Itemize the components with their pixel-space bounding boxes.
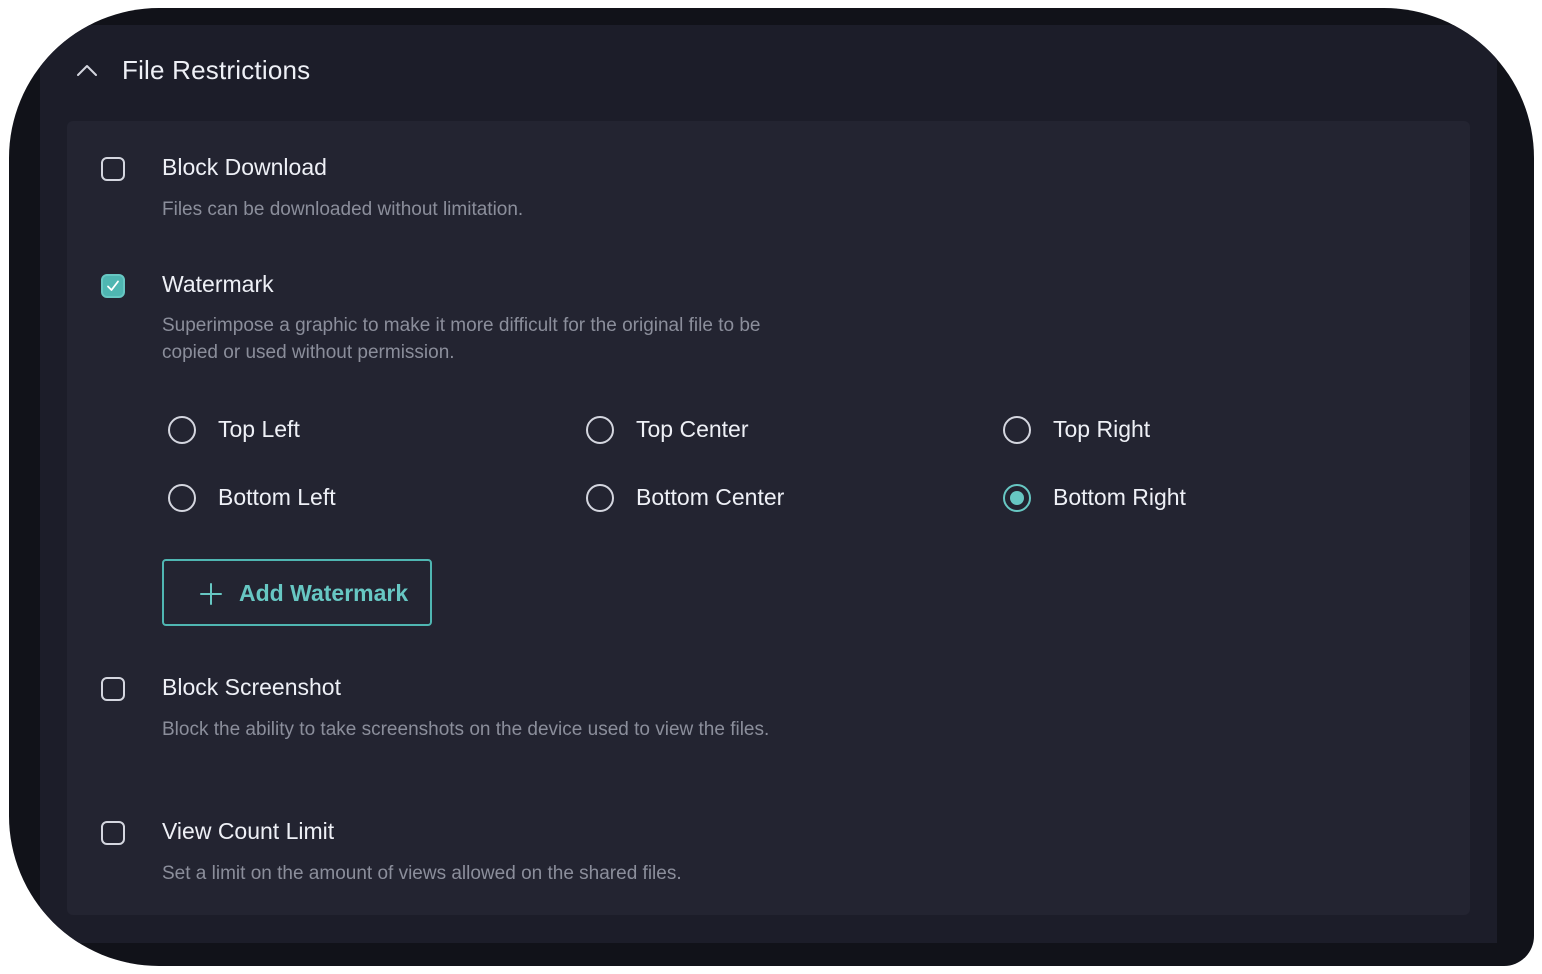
radio-label: Bottom Left [218, 484, 336, 510]
block-screenshot-description: Block the ability to take screenshots on… [162, 719, 770, 740]
chevron-up-icon[interactable] [76, 63, 98, 77]
radio-bottom-center[interactable]: Bottom Center [586, 482, 796, 514]
radio-label: Bottom Center [636, 484, 785, 510]
radio-bottom-right[interactable]: Bottom Right [1003, 482, 1213, 514]
add-watermark-button[interactable]: Add Watermark [162, 559, 432, 626]
checkmark-icon [107, 280, 119, 291]
block-download-checkbox[interactable] [101, 157, 125, 181]
radio-circle [168, 416, 196, 444]
radio-circle [168, 484, 196, 512]
radio-circle [586, 484, 614, 512]
block-screenshot-checkbox[interactable] [101, 677, 125, 701]
radio-top-center[interactable]: Top Center [586, 414, 796, 446]
radio-label: Top Left [218, 416, 300, 442]
radio-label: Top Center [636, 416, 749, 442]
block-screenshot-title: Block Screenshot [162, 674, 341, 700]
radio-label: Bottom Right [1053, 484, 1186, 510]
radio-top-right[interactable]: Top Right [1003, 414, 1213, 446]
view-count-limit-description: Set a limit on the amount of views allow… [162, 863, 682, 884]
view-count-limit-title: View Count Limit [162, 818, 335, 844]
view-count-limit-checkbox[interactable] [101, 821, 125, 845]
plus-icon [200, 583, 222, 605]
radio-circle [1003, 416, 1031, 444]
radio-circle [586, 416, 614, 444]
section-title: File Restrictions [122, 55, 311, 85]
file-restrictions-panel: File Restrictions Block Download Files c… [40, 25, 1497, 943]
radio-circle-selected [1003, 484, 1031, 512]
section-header[interactable]: File Restrictions [40, 25, 1497, 121]
radio-top-left[interactable]: Top Left [168, 414, 378, 446]
block-download-description: Files can be downloaded without limitati… [162, 199, 524, 220]
watermark-description: Superimpose a graphic to make it more di… [162, 315, 761, 363]
restrictions-list: Block Download Files can be downloaded w… [67, 121, 1470, 915]
block-download-title: Block Download [162, 154, 327, 180]
app-frame: File Restrictions Block Download Files c… [9, 8, 1534, 966]
radio-bottom-left[interactable]: Bottom Left [168, 482, 378, 514]
watermark-title: Watermark [162, 271, 274, 297]
radio-label: Top Right [1053, 416, 1151, 442]
watermark-checkbox[interactable] [101, 274, 125, 298]
add-watermark-label: Add Watermark [239, 580, 409, 606]
